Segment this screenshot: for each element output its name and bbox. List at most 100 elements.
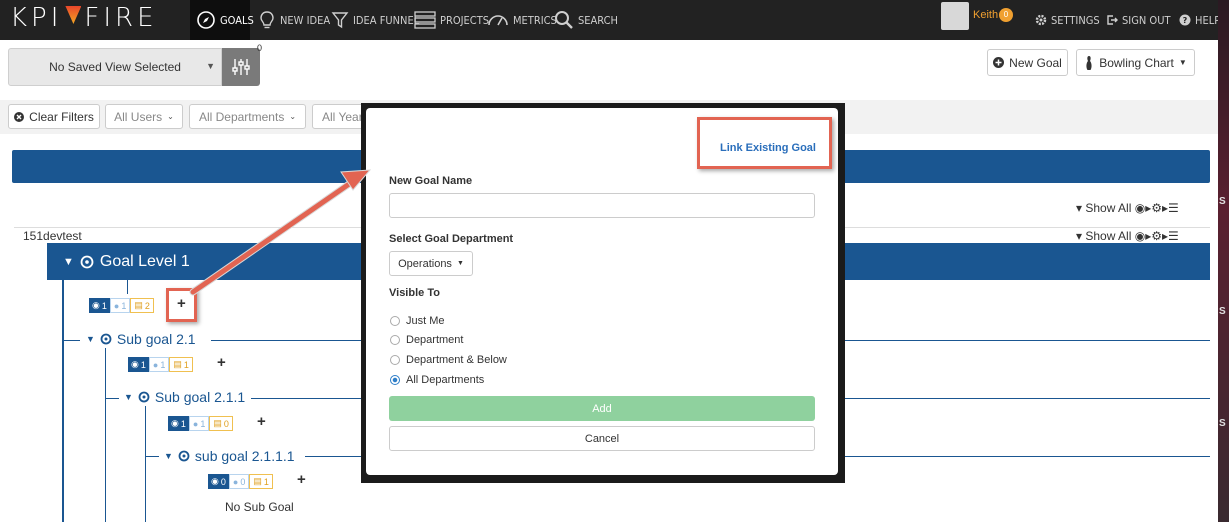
- people-count-badge: ● 1: [148, 357, 170, 372]
- projects-icon: ▤: [213, 418, 222, 428]
- search-icon: [555, 11, 573, 29]
- radio-button[interactable]: [390, 316, 400, 326]
- add-sub-goal-button[interactable]: +: [257, 413, 266, 430]
- goal-target-icon: [100, 333, 112, 345]
- sub-goal-2-1-row[interactable]: ▼ Sub goal 2.1: [86, 331, 196, 347]
- tree-connector: [145, 456, 159, 457]
- funnel-icon: [331, 12, 349, 29]
- sub-goal-label: Sub goal 2.1: [116, 331, 196, 347]
- clear-filters-button[interactable]: Clear Filters: [8, 104, 100, 129]
- departments-filter-select[interactable]: All Departments ⌄: [189, 104, 306, 129]
- show-all-control[interactable]: ▾ Show All ◉▸⚙▸☰: [1076, 229, 1179, 243]
- saved-view-label: No Saved View Selected: [49, 60, 181, 74]
- goals-count: 0: [220, 476, 226, 487]
- visible-option-department-below[interactable]: Department & Below: [390, 354, 507, 366]
- projects-count: 0: [223, 418, 229, 429]
- plus-circle-icon: [993, 57, 1005, 68]
- projects-list-icon: [414, 11, 436, 29]
- nav-search[interactable]: SEARCH: [554, 0, 618, 40]
- projects-icon: ▤: [173, 359, 182, 369]
- department-dropdown[interactable]: Operations ▼: [389, 251, 473, 276]
- visible-option-all-departments[interactable]: All Departments: [390, 374, 484, 386]
- users-filter-select[interactable]: All Users ⌄: [105, 104, 183, 129]
- projects-count-badge: ▤ 0: [209, 416, 233, 431]
- adjacent-window-edge: S S S: [1218, 0, 1229, 522]
- visible-to-label: Visible To: [389, 287, 440, 299]
- sub-goal-2-1-1-1-row[interactable]: ▼ sub goal 2.1.1.1: [164, 448, 295, 464]
- goal-icon: ◉: [1134, 229, 1146, 243]
- sub-goal-badges: ◉ 0 ● 0 ▤ 1: [208, 474, 273, 489]
- sub-goal-2-1-1-row[interactable]: ▼ Sub goal 2.1.1: [124, 389, 245, 405]
- department-label: Select Goal Department: [389, 233, 514, 245]
- nav-new-idea[interactable]: NEW IDEA: [258, 0, 330, 40]
- filter-toggle-button[interactable]: [222, 48, 260, 86]
- show-all-control[interactable]: ▾ Show All ◉▸⚙▸☰: [1076, 201, 1179, 215]
- projects-count: 1: [263, 476, 269, 487]
- people-icon: ●: [192, 418, 199, 429]
- new-goal-label: New Goal: [1009, 55, 1062, 70]
- nav-help[interactable]: ? HELP: [1179, 0, 1220, 40]
- nav-sign-out[interactable]: SIGN OUT: [1106, 0, 1171, 40]
- goal-name-input[interactable]: [389, 193, 815, 218]
- expand-caret-icon: ▼: [164, 451, 173, 461]
- visible-option-label: Just Me: [406, 315, 445, 327]
- goals-count: 1: [140, 359, 146, 370]
- saved-view-select[interactable]: No Saved View Selected ▼: [8, 48, 222, 86]
- nav-metrics-label: METRICS: [513, 13, 557, 27]
- users-filter-label: All Users: [114, 109, 163, 124]
- goals-count-badge: ◉ 1: [128, 357, 149, 372]
- nav-search-label: SEARCH: [578, 13, 618, 27]
- visible-option-department[interactable]: Department: [390, 334, 463, 346]
- metrics-icon: ⚙: [1151, 201, 1163, 215]
- projects-icon: ▤: [134, 300, 143, 310]
- help-icon: ?: [1179, 14, 1191, 26]
- people-icon: ●: [232, 476, 239, 487]
- nav-metrics[interactable]: METRICS: [487, 0, 557, 40]
- visible-option-label: All Departments: [406, 374, 485, 386]
- department-value: Operations: [398, 257, 452, 270]
- new-goal-button[interactable]: New Goal: [987, 49, 1068, 76]
- tree-connector: [145, 406, 146, 522]
- nav-idea-funnel[interactable]: IDEA FUNNEL: [331, 0, 419, 40]
- nav-help-label: HELP: [1195, 13, 1221, 27]
- tree-connector: [305, 456, 363, 457]
- goal-icon: ◉: [1134, 201, 1146, 215]
- people-count: 1: [200, 418, 206, 429]
- bowling-chart-button[interactable]: Bowling Chart ▼: [1076, 49, 1195, 76]
- goal-icon: ◉: [171, 418, 179, 428]
- projects-icon: ☰: [1168, 201, 1179, 215]
- radio-button-selected[interactable]: [390, 375, 400, 385]
- filter-count-badge: 0: [257, 43, 263, 53]
- goal-icon: ◉: [211, 476, 219, 486]
- people-count-badge: ● 1: [188, 416, 210, 431]
- nav-settings-label: SETTINGS: [1051, 13, 1100, 27]
- radio-button[interactable]: [390, 335, 400, 345]
- user-avatar[interactable]: [941, 2, 969, 30]
- notification-badge[interactable]: 0: [999, 8, 1013, 22]
- departments-filter-label: All Departments: [198, 109, 285, 124]
- add-sub-goal-button[interactable]: +: [297, 471, 306, 488]
- projects-icon: ☰: [1168, 229, 1179, 243]
- add-sub-goal-button[interactable]: +: [217, 354, 226, 371]
- edge-text: S: [1219, 418, 1226, 429]
- nav-projects[interactable]: PROJECTS: [414, 0, 489, 40]
- add-button[interactable]: Add: [389, 396, 815, 421]
- cancel-button[interactable]: Cancel: [389, 426, 815, 451]
- nav-goals[interactable]: GOALS: [190, 0, 254, 40]
- goal-target-icon: [178, 450, 190, 462]
- tree-connector: [841, 456, 1210, 457]
- svg-text:?: ?: [1183, 16, 1188, 25]
- people-count: 1: [160, 359, 166, 370]
- goal-name-label: New Goal Name: [389, 175, 473, 187]
- projects-count-badge: ▤ 2: [130, 298, 154, 313]
- kpifire-logo[interactable]: KPI FIRE: [10, 3, 158, 33]
- radio-button[interactable]: [390, 355, 400, 365]
- link-existing-goal-link[interactable]: Link Existing Goal: [720, 142, 816, 154]
- tree-connector: [62, 340, 80, 341]
- nav-settings[interactable]: SETTINGS: [1035, 0, 1100, 40]
- tree-connector: [251, 398, 363, 399]
- bowling-chart-label: Bowling Chart: [1099, 55, 1174, 70]
- tree-connector: [841, 340, 1210, 341]
- visible-option-just-me[interactable]: Just Me: [390, 315, 445, 327]
- user-name[interactable]: Keith: [973, 9, 998, 21]
